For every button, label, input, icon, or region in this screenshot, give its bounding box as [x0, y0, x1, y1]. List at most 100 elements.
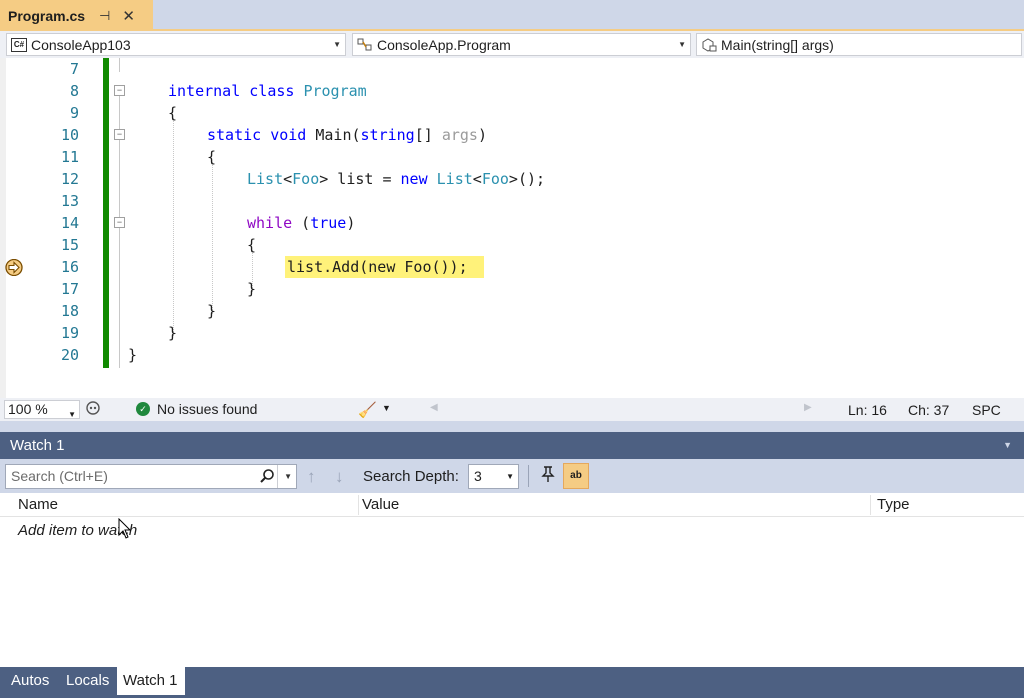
chevron-down-icon[interactable]: ▼	[284, 465, 292, 488]
code-text: {	[207, 148, 217, 166]
code-text: }	[168, 324, 178, 342]
search-previous-icon[interactable]: ↑	[307, 467, 316, 487]
line-number: 15	[60, 236, 79, 254]
code-line: 20 }	[0, 344, 1024, 366]
csharp-project-icon: C#	[11, 37, 27, 52]
code-line: 19 }	[0, 322, 1024, 344]
line-indicator[interactable]: Ln: 16	[848, 402, 887, 418]
code-editor[interactable]: − − − 7 8 internal class Program 9 { 10 …	[0, 58, 1024, 398]
watch-search-input[interactable]: Search (Ctrl+E) ▼	[5, 464, 297, 489]
pin-source-icon[interactable]	[538, 465, 558, 487]
line-number: 20	[60, 346, 79, 364]
search-placeholder: Search (Ctrl+E)	[11, 468, 108, 484]
member-dropdown[interactable]: Main(string[] args)	[696, 33, 1022, 56]
whitespace-indicator[interactable]: SPC	[972, 402, 1001, 418]
code-line: 12 List<Foo> list = new List<Foo>();	[0, 168, 1024, 190]
mouse-cursor-icon	[118, 518, 132, 539]
class-icon	[357, 38, 373, 52]
code-line: 11 {	[0, 146, 1024, 168]
tab-locals[interactable]: Locals	[60, 667, 115, 695]
scroll-right-icon[interactable]: ▶	[804, 402, 812, 413]
line-number: 14	[60, 214, 79, 232]
line-number: 10	[60, 126, 79, 144]
search-depth-value: 3	[474, 468, 482, 484]
code-text: {	[168, 104, 178, 122]
code-line-current: 16 list.Add(new Foo());	[0, 256, 1024, 278]
code-text: {	[247, 236, 257, 254]
type-name: ConsoleApp.Program	[377, 36, 511, 53]
document-tab-strip: Program.cs ⊣ ✕	[0, 0, 1024, 31]
hex-display-toggle[interactable]: ab	[563, 463, 589, 489]
close-icon[interactable]: ✕	[122, 7, 135, 25]
code-line: 17 }	[0, 278, 1024, 300]
toolbar-separator	[528, 465, 529, 487]
tab-program-cs[interactable]: Program.cs ⊣ ✕	[0, 0, 153, 31]
line-number: 19	[60, 324, 79, 342]
cleanup-icon[interactable]: 🧹	[358, 401, 377, 419]
search-icon[interactable]	[259, 468, 275, 491]
issues-text: No issues found	[157, 401, 258, 417]
code-text: }	[207, 302, 217, 320]
search-depth-label: Search Depth:	[363, 468, 459, 485]
tool-window-tabs: Autos Locals Watch 1	[0, 667, 1024, 698]
code-line: 13	[0, 190, 1024, 212]
column-header-type[interactable]: Type	[869, 493, 910, 517]
column-indicator[interactable]: Ch: 37	[908, 402, 949, 418]
project-dropdown[interactable]: C# ConsoleApp103 ▼	[6, 33, 346, 56]
chevron-down-icon: ▼	[678, 40, 686, 49]
method-icon	[701, 37, 717, 52]
code-line: 9 {	[0, 102, 1024, 124]
check-circle-icon: ✓	[136, 402, 150, 416]
project-name: ConsoleApp103	[31, 36, 131, 53]
issues-indicator[interactable]: ✓ No issues found	[136, 401, 257, 417]
code-text: List<Foo> list = new List<Foo>();	[247, 170, 546, 188]
window-menu-icon[interactable]: ▼	[1003, 432, 1012, 459]
line-number: 16	[60, 258, 79, 276]
watch-title-text: Watch 1	[10, 437, 65, 454]
line-number: 9	[69, 104, 79, 122]
line-number: 7	[69, 60, 79, 78]
search-separator	[277, 465, 278, 488]
line-number: 18	[60, 302, 79, 320]
type-dropdown[interactable]: ConsoleApp.Program ▼	[352, 33, 691, 56]
column-header-value[interactable]: Value	[354, 493, 399, 517]
line-number: 11	[60, 148, 79, 166]
code-line: 7	[0, 58, 1024, 80]
code-text: while (true)	[247, 214, 356, 232]
code-text: list.Add(new Foo());	[287, 258, 468, 276]
watch-window-title: Watch 1 ▼	[0, 432, 1024, 459]
tab-autos[interactable]: Autos	[5, 667, 55, 695]
code-line: 15 {	[0, 234, 1024, 256]
code-text: }	[247, 280, 257, 298]
code-text: internal class Program	[168, 82, 367, 100]
code-text: static void Main(string[] args)	[207, 126, 487, 144]
editor-status-bar: 100 % ▼ ✓ No issues found 🧹 ▼ ◀ ▶ Ln: 16…	[0, 398, 1024, 421]
member-name: Main(string[] args)	[721, 36, 834, 53]
search-next-icon[interactable]: ↓	[335, 467, 344, 487]
line-number: 12	[60, 170, 79, 188]
zoom-dropdown[interactable]: 100 % ▼	[4, 400, 80, 419]
pin-icon[interactable]: ⊣	[99, 8, 110, 24]
scroll-left-icon[interactable]: ◀	[430, 402, 438, 413]
tab-title: Program.cs	[8, 7, 86, 24]
tab-watch-1[interactable]: Watch 1	[117, 667, 185, 695]
copilot-icon[interactable]	[85, 400, 101, 419]
line-number: 17	[60, 280, 79, 298]
line-number: 8	[69, 82, 79, 100]
chevron-down-icon: ▼	[506, 472, 514, 481]
code-line: 14 while (true)	[0, 212, 1024, 234]
code-line: 10 static void Main(string[] args)	[0, 124, 1024, 146]
watch-grid-header: Name Value Type	[0, 493, 1024, 517]
navigation-bar: C# ConsoleApp103 ▼ ConsoleApp.Program ▼ …	[0, 31, 1024, 58]
watch-toolbar: Search (Ctrl+E) ▼ ↑ ↓ Search Depth: 3 ▼ …	[0, 459, 1024, 493]
chevron-down-icon[interactable]: ▼	[382, 403, 391, 413]
search-depth-dropdown[interactable]: 3 ▼	[468, 464, 519, 489]
column-header-name[interactable]: Name	[10, 493, 58, 517]
line-number: 13	[60, 192, 79, 210]
panel-splitter[interactable]	[0, 421, 1024, 432]
code-text: }	[128, 346, 138, 364]
zoom-value: 100 %	[8, 401, 48, 417]
code-line: 8 internal class Program	[0, 80, 1024, 102]
chevron-down-icon: ▼	[333, 40, 341, 49]
code-line: 18 }	[0, 300, 1024, 322]
